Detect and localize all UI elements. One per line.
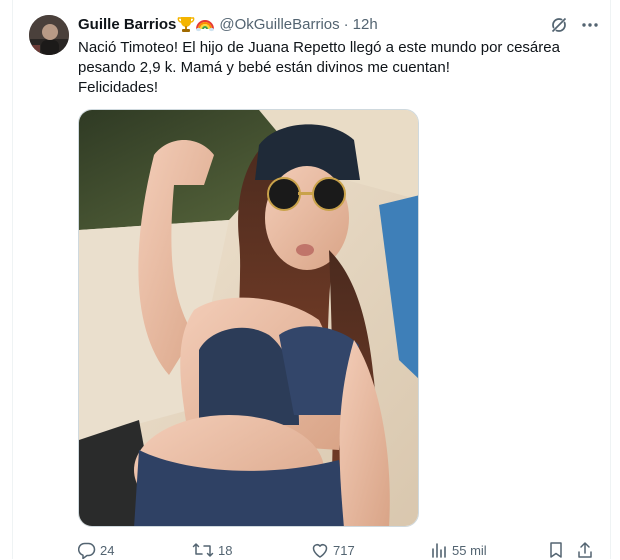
share-button[interactable] (576, 540, 598, 560)
views-count: 55 mil (452, 542, 487, 558)
timeline-right-border (610, 0, 611, 559)
repost-count: 18 (218, 542, 233, 558)
bookmark-icon (550, 542, 562, 558)
trophy-emoji-icon (178, 17, 195, 32)
tweet-timestamp[interactable]: 12h (353, 16, 378, 33)
heart-icon (312, 544, 328, 558)
reply-button[interactable]: 24 (78, 540, 114, 560)
separator-dot: · (343, 15, 349, 33)
bookmark-button[interactable] (547, 540, 569, 560)
reply-count: 24 (100, 542, 115, 558)
views-icon (432, 543, 446, 558)
author-handle[interactable]: @OkGuilleBarrios (219, 16, 339, 33)
tweet-text-line: pesando 2,9 k. Mamá y bebé están divinos… (78, 59, 450, 76)
tweet-header: Guille Barrios @OkGuilleBarrios · 12h (78, 14, 378, 34)
avatar-image (29, 15, 69, 55)
repost-icon (192, 543, 214, 557)
tweet-container[interactable]: Guille Barrios @OkGuilleBarrios · 12h Na… (0, 0, 620, 559)
share-icon (578, 542, 592, 558)
like-button[interactable]: 717 (311, 540, 355, 560)
tweet-text-line: Felicidades! (78, 79, 159, 96)
rainbow-emoji-icon (196, 20, 215, 32)
photo-image (79, 110, 418, 526)
views-button[interactable]: 55 mil (430, 540, 487, 560)
timeline-left-border (12, 0, 13, 559)
reply-icon (78, 542, 96, 559)
grok-icon[interactable] (550, 16, 568, 34)
tweet-photo[interactable] (78, 109, 419, 527)
tweet-text: Nació Timoteo! El hijo de Juana Repetto … (78, 38, 598, 98)
more-icon[interactable] (580, 15, 600, 35)
like-count: 717 (333, 542, 355, 558)
avatar[interactable] (29, 15, 69, 55)
tweet-text-line: Nació Timoteo! El hijo de Juana Repetto … (78, 39, 560, 56)
tweet-actions: 24 18 717 55 mil (78, 540, 598, 560)
repost-button[interactable]: 18 (192, 540, 232, 560)
display-name[interactable]: Guille Barrios (78, 16, 176, 33)
